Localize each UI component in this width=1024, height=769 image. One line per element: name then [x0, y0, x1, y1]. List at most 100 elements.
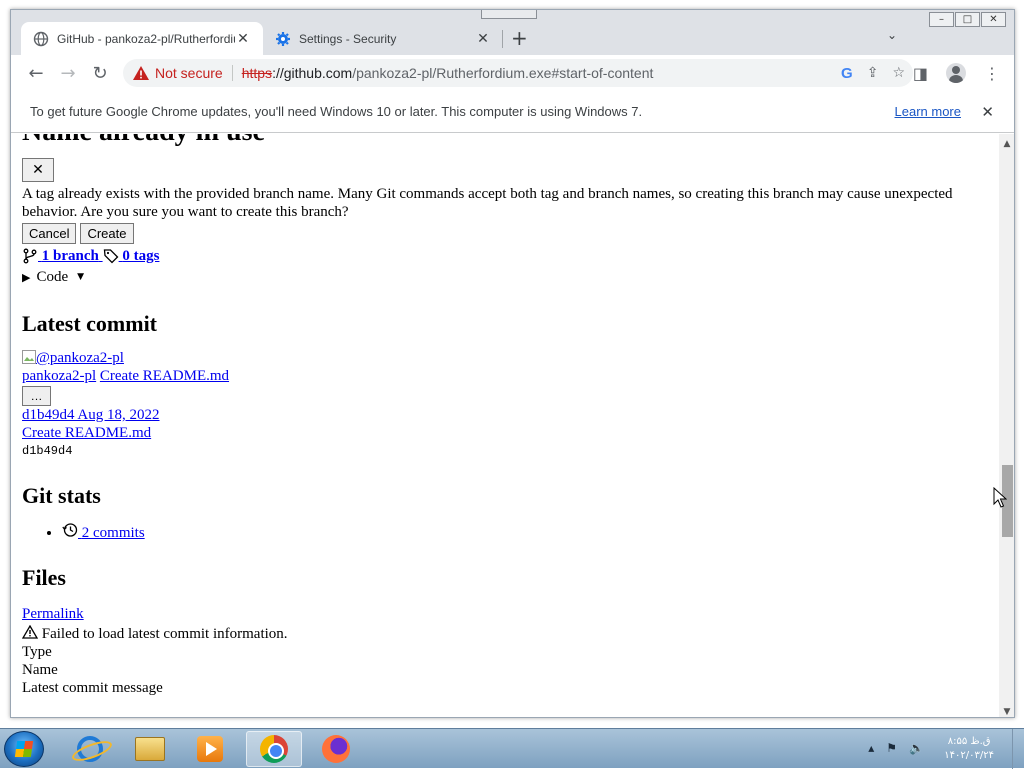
not-secure-label[interactable]: Not secure	[155, 65, 223, 81]
mouse-cursor-icon	[993, 487, 1007, 508]
media-player-taskbar-icon[interactable]	[182, 731, 238, 767]
tray-expand-icon[interactable]: ▴	[868, 741, 874, 755]
update-infobar: To get future Google Chrome updates, you…	[11, 91, 1014, 133]
commit-sha-date-row: d1b49d4 Aug 18, 2022	[22, 406, 982, 424]
browser-window: – □ ✕ GitHub - pankoza2-pl/Rutherfordium…	[10, 9, 1015, 718]
broken-image-icon	[22, 350, 36, 364]
address-divider	[231, 65, 233, 81]
tags-count: 0 tags	[122, 247, 160, 264]
git-branch-icon	[23, 248, 37, 264]
avatar-link[interactable]: @pankoza2-pl	[22, 350, 124, 366]
firefox-taskbar-icon[interactable]	[308, 731, 364, 767]
show-desktop-button[interactable]	[1012, 729, 1024, 769]
google-lens-icon[interactable]: G	[841, 65, 853, 82]
tab-close-icon[interactable]: ✕	[235, 30, 251, 47]
internet-explorer-taskbar-icon[interactable]	[62, 731, 118, 767]
commit-sha-date-link[interactable]: d1b49d4 Aug 18, 2022	[22, 407, 160, 423]
tags-link[interactable]: 0 tags	[119, 247, 160, 265]
tab-title: Settings - Security	[299, 31, 397, 46]
warning-icon	[133, 66, 149, 80]
file-explorer-taskbar-icon[interactable]	[122, 731, 178, 767]
commits-link[interactable]: 2 commits	[62, 523, 145, 541]
tab-close-icon[interactable]: ✕	[475, 30, 491, 47]
url-host: ://github.com	[272, 65, 353, 81]
scroll-up-arrow-icon[interactable]: ▲	[999, 139, 1014, 149]
author-link[interactable]: pankoza2-pl	[22, 368, 96, 384]
commit-sha: d1b49d4	[22, 444, 73, 458]
failed-row: Failed to load latest commit information…	[21, 624, 982, 643]
page-scrollbar[interactable]: ▲ ▼	[999, 134, 1014, 717]
column-type: Type	[22, 644, 52, 660]
clock-time: ۸:۵۵ ق.ظ	[947, 736, 991, 747]
back-arrow-icon[interactable]: ←	[21, 58, 51, 88]
chrome-taskbar-icon[interactable]	[246, 731, 302, 767]
commit-message-link[interactable]: Create README.md	[100, 368, 229, 384]
caret-down-icon: ▼	[77, 272, 85, 282]
avatar-link-row: @pankoza2-pl	[22, 349, 982, 367]
close-window-button[interactable]: ✕	[981, 12, 1006, 27]
expand-commit-button[interactable]: …	[22, 386, 51, 406]
branches-link[interactable]: 1 branch	[38, 248, 103, 265]
commit-message-link-2[interactable]: Create README.md	[22, 425, 151, 441]
reload-icon[interactable]: ↻	[85, 58, 115, 88]
menu-dots-icon[interactable]: ⋮	[984, 64, 1000, 83]
volume-icon[interactable]: 🔈	[909, 741, 924, 755]
infobar-close-icon[interactable]: ✕	[981, 103, 994, 121]
system-tray: ▴ ⚑ 🔈	[868, 741, 924, 755]
url-path: /pankoza2-pl/Rutherfordium.exe#start-of-…	[352, 65, 654, 81]
address-bar[interactable]: Not secure https://github.com/pankoza2-p…	[123, 59, 913, 87]
code-summary[interactable]: ▶ Code ▼	[22, 267, 982, 287]
commit-message-row: Create README.md	[22, 424, 982, 442]
tab-title: GitHub - pankoza2-pl/Rutherfordium.exe	[57, 31, 235, 46]
tag-icon	[103, 249, 119, 264]
scroll-down-arrow-icon[interactable]: ▼	[999, 707, 1014, 717]
failed-message: Failed to load latest commit information…	[41, 626, 288, 642]
url-scheme: https	[241, 65, 273, 81]
browser-toolbar: ← → ↻ Not secure https://github.com/pank…	[11, 55, 1014, 91]
commits-count: 2 commits	[81, 525, 145, 541]
git-stats-heading: Git stats	[22, 483, 101, 508]
new-tab-button[interactable]: +	[511, 26, 528, 50]
commit-row: pankoza2-pl Create README.md	[22, 367, 982, 385]
latest-commit-heading: Latest commit	[22, 311, 158, 336]
alert-icon	[21, 624, 39, 639]
permalink-row: Permalink	[22, 605, 982, 623]
start-button[interactable]	[4, 731, 44, 767]
globe-icon	[33, 31, 49, 46]
window-controls: – □ ✕	[929, 12, 1006, 27]
tab-strip: – □ ✕ GitHub - pankoza2-pl/Rutherfordium…	[11, 10, 1014, 55]
infobar-message: To get future Google Chrome updates, you…	[30, 104, 643, 119]
minimize-button[interactable]: –	[929, 12, 954, 27]
profile-avatar-icon[interactable]	[946, 63, 966, 83]
list-item: 2 commits	[62, 522, 982, 544]
toolbar-right: ◨ ⋮	[913, 55, 1000, 91]
share-icon[interactable]: ⇪	[867, 65, 879, 81]
column-name: Name	[22, 662, 58, 678]
dialog-text: A tag already exists with the provided b…	[22, 186, 953, 220]
cancel-button[interactable]: Cancel	[22, 223, 77, 244]
permalink-link[interactable]: Permalink	[22, 606, 84, 622]
learn-more-link[interactable]: Learn more	[895, 104, 961, 119]
star-icon[interactable]: ☆	[892, 65, 905, 81]
tab-github[interactable]: GitHub - pankoza2-pl/Rutherfordium.exe ✕	[21, 22, 263, 55]
clock[interactable]: ۸:۵۵ ق.ظ ۱۴۰۲/۰۳/۲۴	[944, 735, 994, 763]
dialog-buttons: Cancel Create	[22, 223, 982, 244]
dialog-close-button[interactable]: ✕	[22, 158, 54, 182]
omnibox-actions: G ⇪ ☆	[841, 59, 905, 87]
tab-separator	[502, 30, 503, 48]
forward-arrow-icon[interactable]: →	[53, 58, 83, 88]
side-panel-icon[interactable]: ◨	[913, 64, 928, 83]
page-content: Name already in use ✕ A tag already exis…	[21, 134, 982, 697]
taskbar: ▴ ⚑ 🔈 ۸:۵۵ ق.ظ ۱۴۰۲/۰۳/۲۴	[0, 728, 1024, 769]
branches-count: 1 branch	[41, 247, 99, 264]
create-button[interactable]: Create	[80, 223, 134, 244]
disclosure-triangle-icon: ▶	[22, 270, 31, 284]
code-label: Code	[36, 268, 69, 285]
maximize-button[interactable]: □	[955, 12, 980, 27]
gear-icon	[276, 31, 290, 46]
tab-search-chevron-icon[interactable]: ⌄	[887, 28, 897, 42]
tab-settings[interactable]: Settings - Security ✕	[263, 22, 503, 55]
action-center-flag-icon[interactable]: ⚑	[886, 741, 897, 755]
files-heading: Files	[22, 565, 66, 590]
window-drag-handle[interactable]	[481, 10, 537, 19]
